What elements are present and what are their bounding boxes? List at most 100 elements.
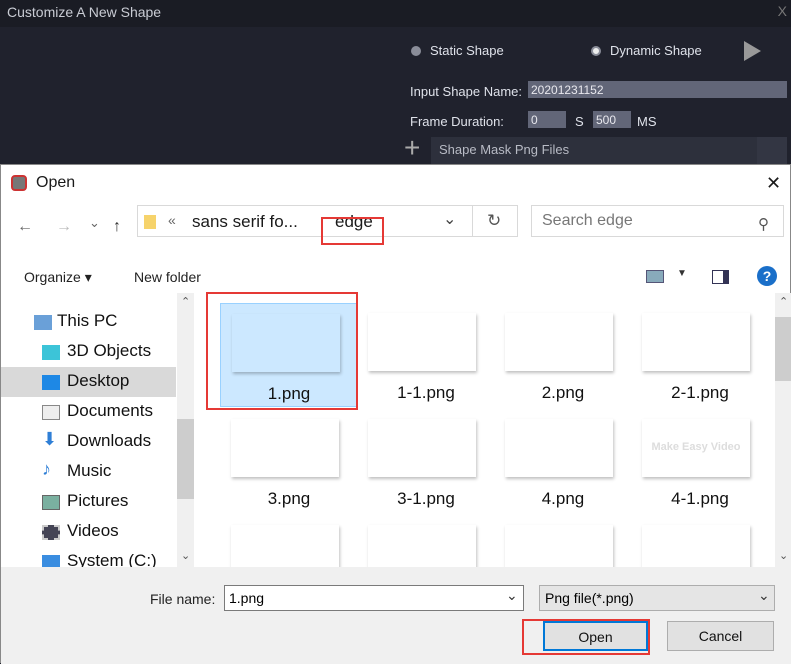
file-name: 1-1.png bbox=[397, 383, 455, 402]
back-button[interactable]: ← bbox=[17, 218, 33, 236]
sidebar-item-music[interactable]: ♪ Music bbox=[1, 457, 176, 487]
sidebar-item-pictures[interactable]: Pictures bbox=[1, 487, 176, 517]
forward-button[interactable]: → bbox=[56, 218, 72, 236]
organize-button[interactable]: Organize ▾ bbox=[24, 269, 92, 286]
sidebar-label: Desktop bbox=[67, 371, 130, 390]
file-list-scrollbar[interactable]: ⌃ ⌄ bbox=[775, 293, 791, 567]
frame-duration-label: Frame Duration: bbox=[410, 114, 504, 129]
videos-icon bbox=[42, 525, 60, 540]
sidebar-label: System (C:) bbox=[67, 551, 157, 567]
shape-name-label: Input Shape Name: bbox=[410, 84, 523, 99]
recent-locations-button[interactable]: ⌄ bbox=[89, 215, 100, 231]
sidebar-item-downloads[interactable]: ⬇ Downloads bbox=[1, 427, 176, 457]
view-dropdown-icon[interactable]: ▼ bbox=[677, 268, 687, 279]
drive-icon bbox=[42, 555, 60, 567]
static-shape-radio[interactable] bbox=[411, 46, 421, 56]
scroll-up-icon[interactable]: ⌃ bbox=[181, 295, 190, 308]
sidebar-item-documents[interactable]: Documents bbox=[1, 397, 176, 427]
file-thumbnail: Make Easy Video bbox=[642, 419, 750, 477]
file-thumbnail bbox=[231, 419, 339, 477]
address-dropdown-icon[interactable]: ⌄ bbox=[443, 209, 456, 229]
document-icon bbox=[42, 405, 60, 420]
file-type-select[interactable]: Png file(*.png) bbox=[539, 585, 775, 611]
app-title: Customize A New Shape bbox=[0, 0, 791, 27]
ms-unit: MS bbox=[637, 114, 657, 129]
cancel-button[interactable]: Cancel bbox=[667, 621, 774, 651]
ms-input[interactable]: 500 bbox=[593, 111, 631, 128]
dynamic-shape-radio[interactable] bbox=[591, 46, 601, 56]
up-button[interactable]: ↑ bbox=[113, 218, 121, 236]
sidebar-item-videos[interactable]: Videos bbox=[1, 517, 176, 547]
sidebar-item-this-pc[interactable]: This PC bbox=[1, 307, 176, 337]
sidebar-label: 3D Objects bbox=[67, 341, 152, 360]
app-icon bbox=[11, 175, 27, 191]
file-name: 4-1.png bbox=[671, 489, 729, 508]
open-dialog: Open ✕ ← → ⌄ ↑ « sans serif fo... edge ⌄… bbox=[0, 164, 791, 664]
file-thumbnail bbox=[368, 419, 476, 477]
sidebar-label: Downloads bbox=[67, 431, 152, 450]
sidebar-scrollbar[interactable]: ⌃ ⌄ bbox=[177, 293, 194, 567]
file-thumbnail[interactable] bbox=[642, 525, 750, 567]
file-thumbnail[interactable] bbox=[505, 525, 613, 567]
breadcrumb-parent[interactable]: sans serif fo... bbox=[192, 212, 298, 232]
file-name-dropdown-icon[interactable]: ⌄ bbox=[506, 587, 518, 604]
file-item[interactable]: 1-1.png bbox=[357, 303, 495, 407]
dialog-footer: File name: 1.png ⌄ Png file(*.png) ⌄ Ope… bbox=[1, 567, 791, 664]
add-file-icon[interactable]: + bbox=[404, 134, 420, 162]
file-item[interactable]: 2-1.png bbox=[631, 303, 769, 407]
sidebar-label: Pictures bbox=[67, 491, 129, 510]
dialog-close-button[interactable]: ✕ bbox=[766, 173, 781, 194]
view-icon[interactable] bbox=[646, 270, 664, 283]
file-type-dropdown-icon[interactable]: ⌄ bbox=[758, 587, 770, 604]
new-folder-button[interactable]: New folder bbox=[134, 269, 201, 285]
sidebar-label: Music bbox=[67, 461, 112, 480]
file-thumbnail bbox=[642, 313, 750, 371]
sidebar-item-system-c[interactable]: System (C:) bbox=[1, 547, 176, 567]
file-item[interactable]: 3.png bbox=[220, 409, 358, 513]
file-item[interactable]: 3-1.png bbox=[357, 409, 495, 513]
highlight-open-button bbox=[522, 619, 650, 655]
sidebar-item-desktop[interactable]: Desktop bbox=[1, 367, 176, 397]
scroll-down-icon[interactable]: ⌄ bbox=[779, 549, 788, 562]
file-thumbnail[interactable] bbox=[231, 525, 339, 567]
sidebar-label: Videos bbox=[67, 521, 119, 540]
shape-name-input[interactable]: 20201231152 bbox=[528, 81, 787, 98]
help-button[interactable]: ? bbox=[757, 266, 777, 286]
file-thumbnail bbox=[505, 313, 613, 371]
download-icon: ⬇ bbox=[42, 429, 58, 449]
file-name: 4.png bbox=[541, 489, 585, 508]
preview-pane-icon[interactable] bbox=[712, 270, 729, 284]
file-name: 3.png bbox=[267, 489, 311, 508]
sidebar-label: Documents bbox=[67, 401, 153, 420]
file-item[interactable]: 4.png bbox=[494, 409, 632, 513]
highlight-breadcrumb bbox=[321, 217, 384, 245]
file-name: 3-1.png bbox=[397, 489, 455, 508]
scroll-up-icon[interactable]: ⌃ bbox=[779, 295, 788, 308]
file-item[interactable]: Make Easy Video 4-1.png bbox=[631, 409, 769, 513]
file-item[interactable]: 2.png bbox=[494, 303, 632, 407]
file-name: 2-1.png bbox=[671, 383, 729, 402]
cube-icon bbox=[42, 345, 60, 360]
seconds-unit: S bbox=[575, 114, 584, 129]
pictures-icon bbox=[42, 495, 60, 510]
seconds-input[interactable]: 0 bbox=[528, 111, 566, 128]
file-scroll-thumb[interactable] bbox=[775, 317, 791, 381]
sidebar-item-3d-objects[interactable]: 3D Objects bbox=[1, 337, 176, 367]
file-name: 2.png bbox=[541, 383, 585, 402]
sidebar-scroll-thumb[interactable] bbox=[177, 419, 194, 499]
desktop-icon bbox=[42, 375, 60, 390]
file-name-input[interactable]: 1.png bbox=[224, 585, 524, 611]
folder-icon bbox=[144, 215, 156, 229]
file-thumbnail[interactable] bbox=[368, 525, 476, 567]
highlight-selected-file bbox=[206, 292, 358, 410]
breadcrumb-overflow[interactable]: « bbox=[168, 212, 176, 228]
file-thumbnail bbox=[505, 419, 613, 477]
refresh-button[interactable]: ↻ bbox=[472, 206, 515, 236]
search-input[interactable]: Search edge bbox=[531, 205, 784, 237]
app-close-button[interactable]: X bbox=[778, 3, 787, 19]
scroll-down-icon[interactable]: ⌄ bbox=[181, 549, 190, 562]
file-thumbnail bbox=[368, 313, 476, 371]
play-icon[interactable] bbox=[744, 41, 761, 61]
music-icon: ♪ bbox=[42, 459, 51, 479]
search-icon: ⚲ bbox=[758, 216, 769, 233]
